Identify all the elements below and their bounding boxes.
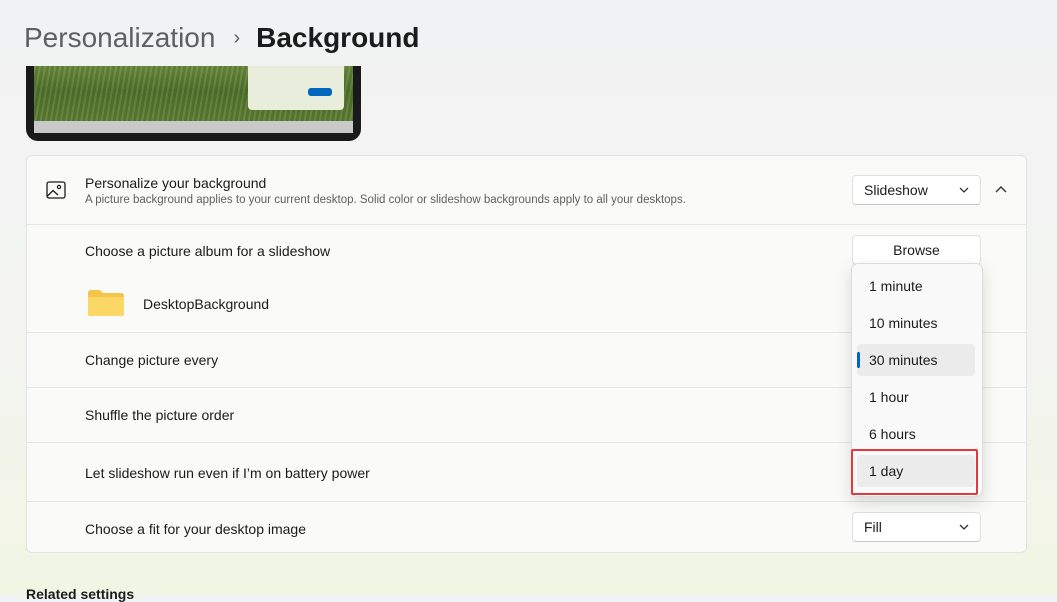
- chevron-down-icon: [959, 187, 969, 193]
- fit-select[interactable]: Fill: [852, 512, 981, 542]
- chevron-down-icon: [959, 524, 969, 530]
- preview-taskbar: [34, 121, 353, 133]
- chevron-up-icon[interactable]: [991, 180, 1011, 200]
- page-title: Background: [256, 22, 420, 53]
- breadcrumb-personalization[interactable]: Personalization: [24, 22, 215, 54]
- browse-button[interactable]: Browse: [852, 235, 981, 265]
- background-type-value: Slideshow: [864, 182, 928, 198]
- interval-option[interactable]: 1 minute: [857, 270, 975, 302]
- background-type-select[interactable]: Slideshow: [852, 175, 981, 205]
- personalize-background-title: Personalize your background: [85, 175, 267, 191]
- interval-option-label: 1 hour: [869, 389, 909, 405]
- related-settings-heading: Related settings: [26, 586, 135, 602]
- change-picture-label: Change picture every: [85, 352, 219, 368]
- battery-label: Let slideshow run even if I’m on battery…: [85, 465, 370, 481]
- fit-row: Choose a fit for your desktop image Fill: [27, 501, 1026, 552]
- personalize-background-row: Personalize your background A picture ba…: [27, 156, 1026, 224]
- interval-option-label: 30 minutes: [869, 352, 938, 368]
- shuffle-label: Shuffle the picture order: [85, 407, 235, 423]
- folder-icon: [88, 290, 124, 316]
- interval-option[interactable]: 1 hour: [857, 381, 975, 413]
- breadcrumb: Personalization › Background: [24, 18, 419, 58]
- annotation-highlight-box: [851, 449, 978, 495]
- interval-option[interactable]: 6 hours: [857, 418, 975, 450]
- preview-accent-button: [308, 88, 332, 96]
- selection-indicator: [857, 352, 860, 368]
- fit-label: Choose a fit for your desktop image: [85, 521, 307, 537]
- picture-album-label: Choose a picture album for a slideshow: [85, 243, 331, 259]
- breadcrumb-separator: ›: [233, 26, 241, 49]
- fit-value: Fill: [864, 519, 882, 535]
- interval-option-label: 6 hours: [869, 426, 916, 442]
- interval-option-selected[interactable]: 30 minutes: [857, 344, 975, 376]
- interval-option-label: 10 minutes: [869, 315, 938, 331]
- personalize-background-subtitle: A picture background applies to your cur…: [85, 194, 686, 206]
- album-folder-name[interactable]: DesktopBackground: [143, 296, 269, 312]
- interval-option[interactable]: 10 minutes: [857, 307, 975, 339]
- desktop-preview: [26, 66, 361, 141]
- preview-window: [248, 66, 344, 110]
- image-icon: [46, 181, 66, 199]
- interval-option-label: 1 minute: [869, 278, 923, 294]
